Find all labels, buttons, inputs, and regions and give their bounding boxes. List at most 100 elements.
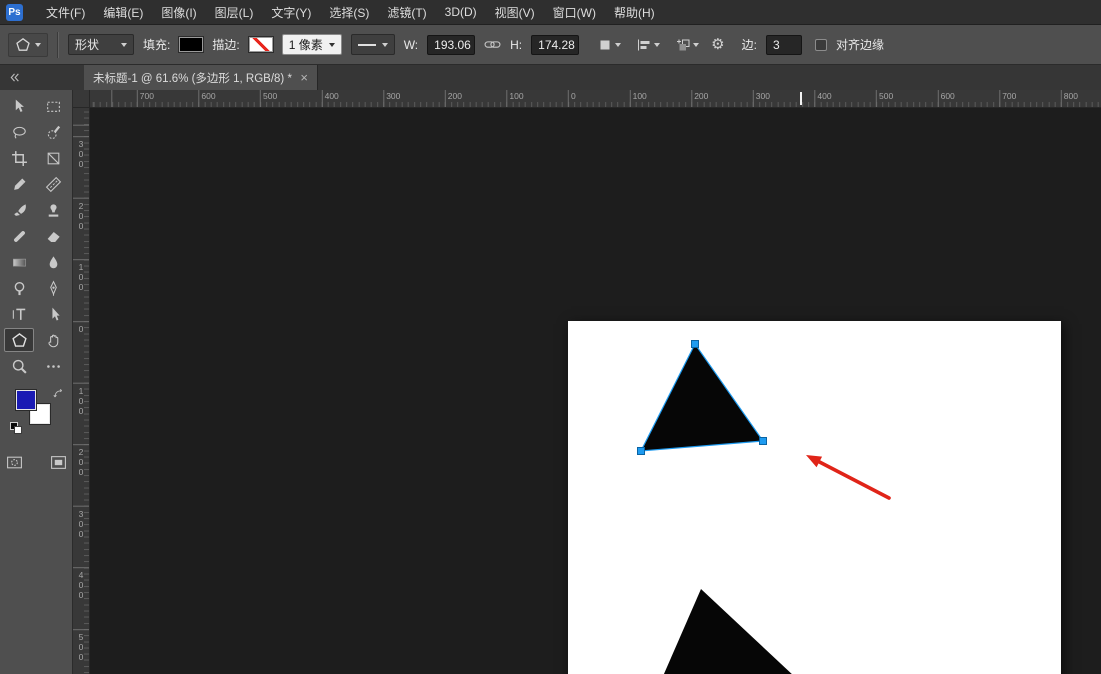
menu-bar: Ps 文件(F) 编辑(E) 图像(I) 图层(L) 文字(Y) 选择(S) 滤… xyxy=(0,0,1101,25)
stroke-style-preview xyxy=(358,44,376,46)
menu-type[interactable]: 文字(Y) xyxy=(262,0,320,24)
menu-view[interactable]: 视图(V) xyxy=(486,0,544,24)
pen-tool[interactable] xyxy=(38,276,68,300)
tab-close-icon[interactable]: × xyxy=(300,70,308,85)
width-label: W: xyxy=(404,38,418,52)
polygon-tool[interactable] xyxy=(4,328,34,352)
default-colors-icon[interactable] xyxy=(10,422,22,434)
clone-stamp-tool[interactable] xyxy=(38,198,68,222)
h-ruler-label: 800 xyxy=(1064,91,1078,101)
path-arrange-icon xyxy=(675,37,691,53)
stroke-width-select[interactable]: 1 像素 xyxy=(282,34,342,55)
options-bar: 形状 填充: 描边: 1 像素 W: 193.06 H: 174.28 xyxy=(0,25,1101,65)
h-ruler-label: 700 xyxy=(140,91,154,101)
path-operations-icon xyxy=(597,37,613,53)
foreground-color-swatch[interactable] xyxy=(16,390,36,410)
v-ruler-label: 100 xyxy=(76,262,86,292)
blur-tool[interactable] xyxy=(38,250,68,274)
chevron-down-icon xyxy=(382,43,388,47)
quick-selection-tool[interactable] xyxy=(38,120,68,144)
gradient-tool[interactable] xyxy=(4,250,34,274)
v-ruler-label: 100 xyxy=(76,386,86,416)
chevron-down-icon xyxy=(35,43,41,47)
menu-edit[interactable]: 编辑(E) xyxy=(94,0,152,24)
v-ruler-label: 300 xyxy=(76,509,86,539)
slice-tool[interactable] xyxy=(38,146,68,170)
photoshop-logo[interactable]: Ps xyxy=(6,4,23,21)
selection-handle[interactable] xyxy=(638,448,645,455)
h-ruler-label: 200 xyxy=(694,91,708,101)
sides-value: 3 xyxy=(773,38,780,52)
selected-triangle-shape[interactable] xyxy=(641,344,763,451)
eraser-tool[interactable] xyxy=(38,224,68,248)
h-ruler-label: 700 xyxy=(1002,91,1016,101)
menu-help[interactable]: 帮助(H) xyxy=(605,0,664,24)
h-ruler-label: 100 xyxy=(509,91,523,101)
chevron-down-icon xyxy=(121,43,127,47)
h-ruler-label: 600 xyxy=(941,91,955,101)
lasso-tool[interactable] xyxy=(4,120,34,144)
polygon-tool-icon xyxy=(15,37,31,53)
v-ruler-label: 400 xyxy=(76,570,86,600)
path-selection-tool[interactable] xyxy=(38,302,68,326)
h-ruler-label: 400 xyxy=(817,91,831,101)
selection-handle[interactable] xyxy=(760,438,767,445)
crop-tool[interactable] xyxy=(4,146,34,170)
tool-preset-button[interactable] xyxy=(8,33,48,57)
menu-layer[interactable]: 图层(L) xyxy=(206,0,263,24)
dodge-tool[interactable] xyxy=(4,276,34,300)
swap-colors-icon[interactable] xyxy=(53,387,65,405)
height-input[interactable]: 174.28 xyxy=(531,35,579,55)
vertical-ruler[interactable]: 3002001000100200300400500 xyxy=(73,108,90,674)
annotation-arrow xyxy=(806,455,889,498)
tool-mode-select[interactable]: 形状 xyxy=(68,34,134,55)
chevron-down-icon xyxy=(693,43,699,47)
ruler-tool[interactable] xyxy=(38,172,68,196)
collapse-panels-icon[interactable] xyxy=(0,65,28,90)
stroke-type-select[interactable] xyxy=(351,34,395,55)
screen-mode-button[interactable] xyxy=(44,450,72,474)
h-ruler-label: 500 xyxy=(263,91,277,101)
menu-filter[interactable]: 滤镜(T) xyxy=(378,0,435,24)
brush-tool[interactable] xyxy=(4,198,34,222)
horizontal-ruler[interactable]: 7006005004003002001000100200300400500600… xyxy=(90,90,1101,108)
quick-mask-button[interactable] xyxy=(0,450,28,474)
document-canvas[interactable] xyxy=(568,321,1061,674)
move-tool[interactable] xyxy=(4,94,34,118)
tab-strip: 未标题-1 @ 61.6% (多边形 1, RGB/8) * × xyxy=(0,65,1101,90)
hand-tool[interactable] xyxy=(38,328,68,352)
stroke-color-swatch[interactable] xyxy=(249,37,273,52)
width-input[interactable]: 193.06 xyxy=(427,35,475,55)
eyedropper-tool[interactable] xyxy=(4,172,34,196)
h-ruler-label: 400 xyxy=(325,91,339,101)
h-ruler-label: 100 xyxy=(633,91,647,101)
menu-file[interactable]: 文件(F) xyxy=(37,0,94,24)
height-label: H: xyxy=(510,38,522,52)
link-dimensions-icon[interactable] xyxy=(484,36,501,53)
gear-icon[interactable]: ⚙ xyxy=(711,37,724,52)
path-arrange-button[interactable] xyxy=(672,35,702,55)
edit-toolbar-button[interactable] xyxy=(38,354,68,378)
zoom-tool[interactable] xyxy=(4,354,34,378)
spot-healing-brush-tool[interactable] xyxy=(4,224,34,248)
chevron-down-icon xyxy=(654,43,660,47)
menu-select[interactable]: 选择(S) xyxy=(320,0,378,24)
menu-3d[interactable]: 3D(D) xyxy=(436,0,486,24)
align-edges-checkbox[interactable] xyxy=(815,39,827,51)
sides-input[interactable]: 3 xyxy=(766,35,802,55)
menu-image[interactable]: 图像(I) xyxy=(152,0,205,24)
menu-window[interactable]: 窗口(W) xyxy=(544,0,605,24)
h-ruler-label: 500 xyxy=(879,91,893,101)
document-tab[interactable]: 未标题-1 @ 61.6% (多边形 1, RGB/8) * × xyxy=(84,65,318,90)
stroke-label: 描边: xyxy=(212,36,239,53)
type-tool[interactable] xyxy=(4,302,34,326)
h-ruler-label: 300 xyxy=(386,91,400,101)
canvas-viewport[interactable] xyxy=(90,108,1101,674)
selection-handle[interactable] xyxy=(692,341,699,348)
path-operations-button[interactable] xyxy=(594,35,624,55)
chevron-down-icon xyxy=(615,43,621,47)
partial-triangle-shape[interactable] xyxy=(650,589,826,674)
path-alignment-button[interactable] xyxy=(633,35,663,55)
rectangular-marquee-tool[interactable] xyxy=(38,94,68,118)
fill-color-swatch[interactable] xyxy=(179,37,203,52)
